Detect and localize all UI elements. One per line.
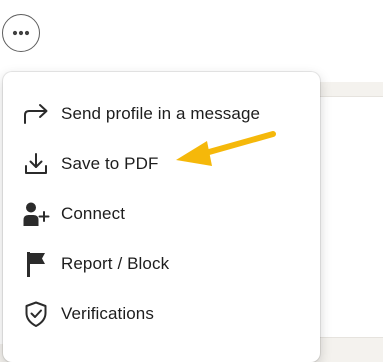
menu-item-connect[interactable]: Connect: [3, 190, 320, 238]
page-header-background: [0, 0, 383, 82]
menu-item-send-profile[interactable]: Send profile in a message: [3, 90, 320, 138]
menu-item-save-to-pdf[interactable]: Save to PDF: [3, 140, 320, 188]
menu-item-label: Send profile in a message: [61, 104, 261, 123]
menu-item-verifications[interactable]: Verifications: [3, 290, 320, 338]
menu-item-label: Verifications: [61, 304, 154, 323]
menu-item-label: Save to PDF: [61, 154, 159, 173]
menu-item-label: Connect: [61, 204, 126, 223]
flag-icon: [20, 248, 52, 280]
more-actions-button[interactable]: [2, 14, 40, 52]
add-person-icon: [20, 198, 52, 230]
more-horizontal-icon: [12, 30, 30, 36]
menu-item-label: Report / Block: [61, 254, 170, 273]
download-icon: [20, 148, 52, 180]
shield-check-icon: [20, 298, 52, 330]
menu-item-report-block[interactable]: Report / Block: [3, 240, 320, 288]
more-actions-menu: Send profile in a message Save to PDF Co…: [3, 72, 320, 362]
share-arrow-icon: [20, 98, 52, 130]
